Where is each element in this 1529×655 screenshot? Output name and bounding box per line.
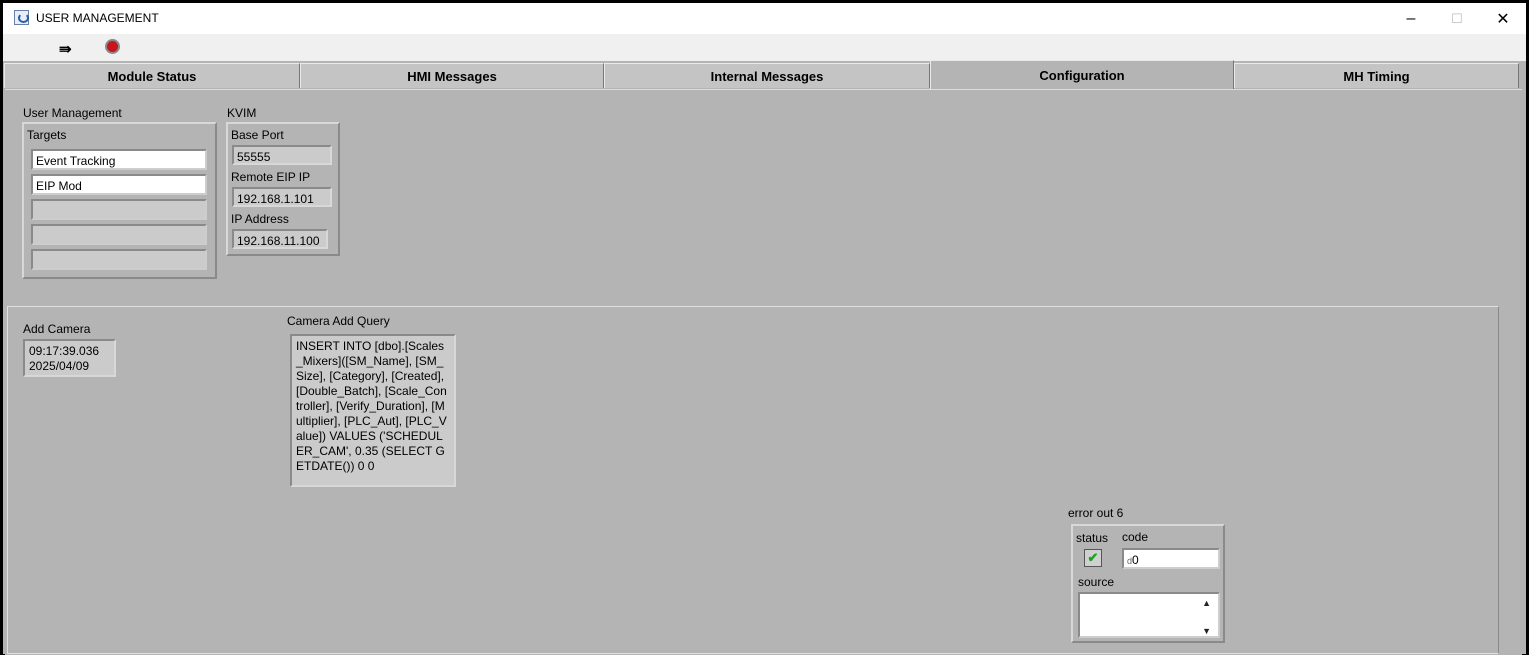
remote-eip-indicator: 192.168.1.101 xyxy=(232,187,332,207)
tab-configuration[interactable]: Configuration xyxy=(930,60,1234,90)
source-label: source xyxy=(1078,575,1115,589)
add-camera-timestamp: 09:17:39.036 2025/04/09 xyxy=(23,339,116,377)
labview-app-icon xyxy=(14,10,29,25)
status-label: status xyxy=(1076,531,1109,545)
abort-stop-icon[interactable] xyxy=(105,39,120,54)
ip-address-label: IP Address xyxy=(231,212,289,226)
target-field-3[interactable] xyxy=(31,199,207,220)
targets-label: Targets xyxy=(27,128,67,142)
camera-add-query-text: INSERT INTO [dbo].[Scales_Mixers]([SM_Na… xyxy=(296,339,447,473)
add-camera-label: Add Camera xyxy=(23,322,91,336)
error-out-cluster: status code ✔ d0 source ▲ ▼ xyxy=(1071,524,1225,643)
camera-add-query-label: Camera Add Query xyxy=(287,314,390,328)
code-value: 0 xyxy=(1132,553,1139,567)
remote-eip-label: Remote EIP IP xyxy=(231,170,311,184)
base-port-indicator: 55555 xyxy=(232,145,332,165)
minimize-button[interactable]: – xyxy=(1388,3,1434,34)
camera-section xyxy=(7,306,1499,654)
source-scroll-down-icon[interactable]: ▼ xyxy=(1202,626,1211,636)
target-field-2[interactable]: EIP Mod xyxy=(31,174,207,195)
window-title: USER MANAGEMENT xyxy=(36,11,159,25)
base-port-label: Base Port xyxy=(231,128,284,142)
ip-address-indicator: 192.168.11.100 xyxy=(232,229,328,249)
app-window: USER MANAGEMENT – ☐ ✕ ⇛ Module Status HM… xyxy=(3,3,1526,655)
add-camera-time: 09:17:39.036 xyxy=(29,344,100,358)
tab-mh-timing[interactable]: MH Timing xyxy=(1234,63,1519,88)
add-camera-date: 2025/04/09 xyxy=(29,359,90,373)
tab-module-status[interactable]: Module Status xyxy=(4,63,300,88)
error-out-label: error out 6 xyxy=(1068,506,1124,520)
kvim-label: KVIM xyxy=(227,106,257,120)
title-bar: USER MANAGEMENT – ☐ ✕ xyxy=(3,3,1526,34)
toolbar: ⇛ xyxy=(3,34,1526,61)
run-arrow-icon[interactable]: ⇛ xyxy=(59,40,71,58)
status-check-icon: ✔ xyxy=(1084,549,1102,567)
close-button[interactable]: ✕ xyxy=(1480,3,1526,34)
target-field-1[interactable]: Event Tracking xyxy=(31,149,207,170)
tab-hmi-messages[interactable]: HMI Messages xyxy=(300,63,604,88)
maximize-button[interactable]: ☐ xyxy=(1434,3,1480,34)
camera-add-query-box: INSERT INTO [dbo].[Scales_Mixers]([SM_Na… xyxy=(290,334,456,487)
code-label: code xyxy=(1122,530,1149,544)
tab-internal-messages[interactable]: Internal Messages xyxy=(604,63,930,88)
user-management-label: User Management xyxy=(23,106,122,120)
target-field-4[interactable] xyxy=(31,224,207,245)
source-scroll-up-icon[interactable]: ▲ xyxy=(1202,598,1211,608)
source-field xyxy=(1078,592,1220,638)
target-field-5[interactable] xyxy=(31,249,207,270)
code-field: d0 xyxy=(1122,548,1220,569)
